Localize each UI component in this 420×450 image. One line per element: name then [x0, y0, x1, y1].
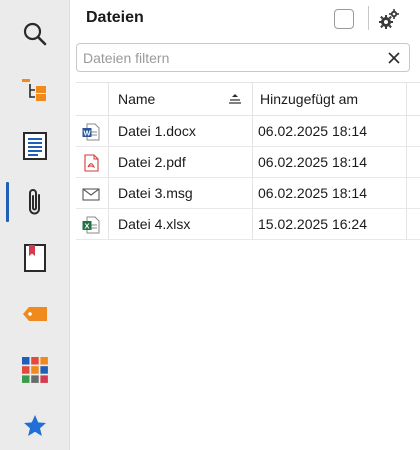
column-divider — [252, 116, 253, 146]
header-divider — [368, 6, 369, 30]
sidebar-item-tags[interactable] — [0, 286, 70, 342]
sidebar-item-bookmarks[interactable] — [0, 230, 70, 286]
gears-icon — [379, 9, 399, 29]
svg-text:W: W — [83, 128, 91, 137]
column-divider — [406, 147, 407, 177]
file-added-date: 06.02.2025 18:14 — [258, 185, 367, 201]
sidebar-item-document[interactable] — [0, 118, 70, 174]
sidebar-item-files[interactable] — [0, 174, 70, 230]
files-table: Name Hinzugefügt am W Datei 1.docx 06.02… — [76, 82, 420, 240]
filter-input[interactable] — [83, 48, 373, 68]
sidebar-item-tiles[interactable] — [0, 342, 70, 398]
sidebar-item-favorites[interactable] — [0, 398, 70, 450]
column-divider — [406, 209, 407, 239]
svg-text:X: X — [84, 221, 89, 230]
file-added-date: 15.02.2025 16:24 — [258, 216, 367, 232]
column-divider — [108, 147, 109, 177]
table-row[interactable]: X Datei 4.xlsx 15.02.2025 16:24 — [76, 209, 420, 240]
sidebar — [0, 0, 70, 450]
search-icon — [23, 22, 47, 46]
file-name: Datei 4.xlsx — [118, 216, 191, 232]
column-divider — [252, 147, 253, 177]
files-panel: Dateien Dateien filtern Name Hinzugefügt… — [70, 0, 420, 450]
table-row[interactable]: Datei 2.pdf 06.02.2025 18:14 — [76, 147, 420, 178]
star-icon — [24, 415, 46, 436]
column-divider — [108, 83, 109, 115]
tree-structure-icon — [22, 79, 46, 101]
sidebar-item-search[interactable] — [0, 6, 70, 62]
word-file-icon: W — [82, 123, 100, 141]
bookmark-book-icon — [24, 244, 46, 272]
table-row[interactable]: W Datei 1.docx 06.02.2025 18:14 — [76, 116, 420, 147]
column-divider — [406, 178, 407, 208]
filter-field — [76, 43, 410, 72]
file-added-date: 06.02.2025 18:14 — [258, 154, 367, 170]
settings-button[interactable] — [376, 6, 402, 32]
column-header-name[interactable]: Name — [118, 91, 155, 107]
sidebar-item-structure[interactable] — [0, 62, 70, 118]
pdf-file-icon — [84, 154, 99, 172]
file-name: Datei 1.docx — [118, 123, 196, 139]
column-divider — [406, 83, 407, 115]
document-lines-icon — [23, 132, 47, 160]
file-name: Datei 3.msg — [118, 185, 193, 201]
column-divider — [252, 209, 253, 239]
column-divider — [252, 83, 253, 115]
mail-file-icon — [82, 188, 100, 201]
excel-file-icon: X — [82, 216, 100, 234]
table-header: Name Hinzugefügt am — [76, 82, 420, 116]
column-divider — [108, 178, 109, 208]
column-header-added[interactable]: Hinzugefügt am — [260, 91, 358, 107]
select-all-checkbox[interactable] — [334, 9, 354, 29]
panel-title: Dateien — [86, 9, 144, 26]
file-name: Datei 2.pdf — [118, 154, 186, 170]
paperclip-icon — [29, 189, 40, 215]
column-divider — [406, 116, 407, 146]
column-divider — [252, 178, 253, 208]
tiles-grid-icon — [22, 357, 48, 383]
column-divider — [108, 209, 109, 239]
file-added-date: 06.02.2025 18:14 — [258, 123, 367, 139]
table-row[interactable]: Datei 3.msg 06.02.2025 18:14 — [76, 178, 420, 209]
column-divider — [108, 116, 109, 146]
tag-icon — [23, 307, 47, 321]
sort-ascending-icon[interactable] — [228, 93, 242, 105]
clear-icon[interactable] — [387, 51, 401, 65]
